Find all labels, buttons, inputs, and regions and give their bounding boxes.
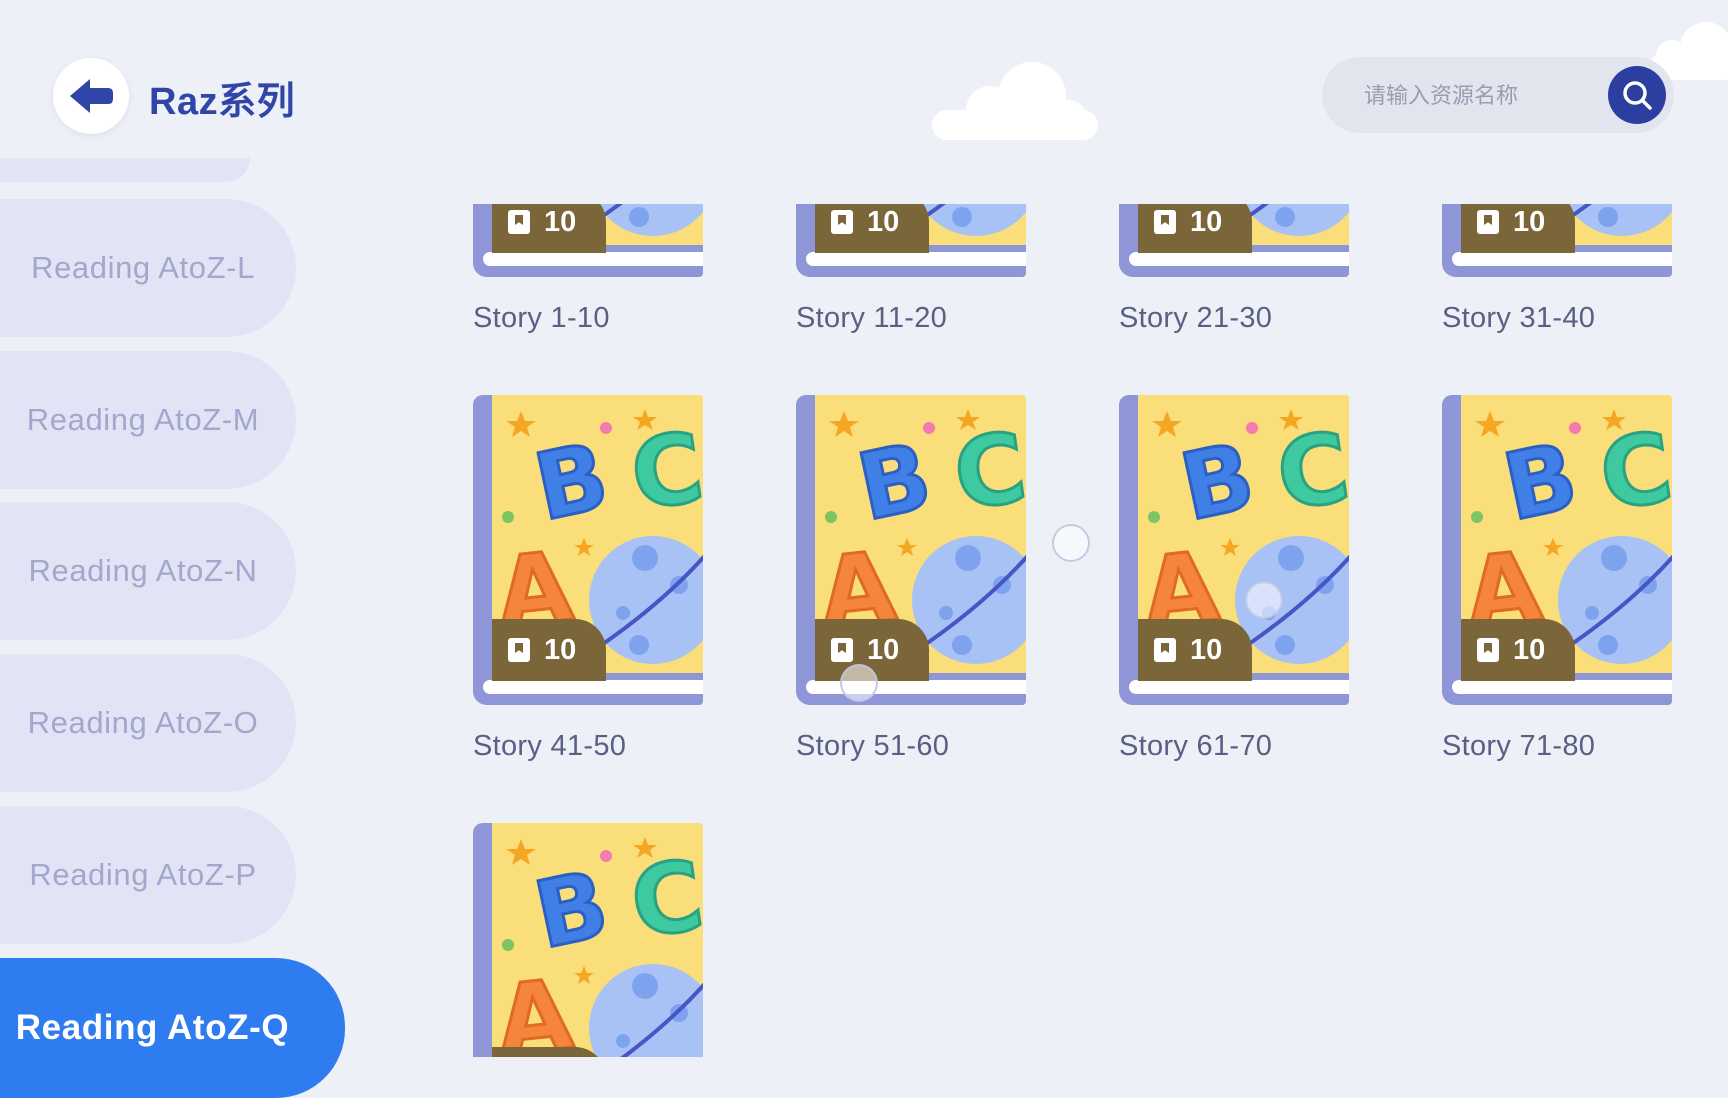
- sidebar-item-label: Reading AtoZ-O: [27, 705, 259, 740]
- book-cover: B C A 10: [473, 204, 703, 277]
- cloud-decoration: [932, 62, 1098, 140]
- search-button[interactable]: [1608, 66, 1666, 124]
- sidebar-item-label: Reading AtoZ-M: [26, 402, 260, 437]
- sidebar-item-atoz-n[interactable]: Reading AtoZ-N: [0, 502, 296, 640]
- story-count-badge: 10: [815, 204, 929, 253]
- sidebar-item-atoz-o[interactable]: Reading AtoZ-O: [0, 654, 296, 792]
- story-count-badge: 10: [1461, 204, 1575, 253]
- sidebar-item-atoz-m[interactable]: Reading AtoZ-M: [0, 351, 296, 489]
- story-count: 10: [867, 205, 900, 238]
- story-count-badge: 10: [1138, 204, 1252, 253]
- svg-text:A: A: [492, 958, 578, 1057]
- story-count-badge: 10: [1461, 619, 1575, 681]
- story-count: 10: [1513, 205, 1546, 238]
- bookmark-icon: [1477, 638, 1499, 662]
- sidebar-item-atoz-p[interactable]: Reading AtoZ-P: [0, 806, 296, 944]
- book-cover: B C A 10: [1119, 204, 1349, 277]
- search-bar: [1322, 57, 1674, 133]
- bookmark-icon: [831, 210, 853, 234]
- story-count: 10: [867, 633, 900, 666]
- book-title: Story 61-70: [1119, 730, 1273, 762]
- sidebar-item-label: Reading AtoZ-N: [28, 553, 258, 588]
- sidebar-item-label: Reading AtoZ-P: [29, 857, 257, 892]
- book-cover: B C A 10: [473, 395, 703, 705]
- book-cover: B C A 10: [1442, 395, 1672, 705]
- sidebar-item-label: Reading AtoZ-Q: [15, 1008, 290, 1047]
- book-title: Story 31-40: [1442, 302, 1596, 334]
- page-title: Raz系列: [149, 81, 296, 123]
- book-title: Story 51-60: [796, 730, 950, 762]
- touch-indicator: [840, 664, 878, 702]
- book-grid: B C A 10 Story 1-10 B C A 10 Story 11-20: [450, 204, 1680, 1057]
- search-input[interactable]: [1362, 75, 1596, 117]
- sidebar-item-partial: [0, 158, 250, 182]
- story-count-badge: 10: [492, 619, 606, 681]
- bookmark-icon: [508, 638, 530, 662]
- book-cover: B C A 10: [1119, 395, 1349, 705]
- arrow-left-icon: [70, 79, 113, 113]
- bookmark-icon: [1477, 210, 1499, 234]
- touch-indicator: [1245, 581, 1283, 619]
- story-count: 10: [1190, 205, 1223, 238]
- bookmark-icon: [831, 638, 853, 662]
- sidebar-item-atoz-q[interactable]: Reading AtoZ-Q: [0, 958, 345, 1098]
- book-cover: B C A 10: [796, 395, 1026, 705]
- story-count-badge: 10: [1138, 619, 1252, 681]
- book-title: Story 11-20: [796, 302, 948, 334]
- book-title: Story 41-50: [473, 730, 627, 762]
- book-title: Story 1-10: [473, 302, 610, 334]
- sidebar-item-atoz-l[interactable]: Reading AtoZ-L: [0, 199, 296, 337]
- story-count: 10: [1190, 633, 1223, 666]
- book-cover: B C A 10: [796, 204, 1026, 277]
- bookmark-icon: [1154, 210, 1176, 234]
- book-title: Story 71-80: [1442, 730, 1596, 762]
- book-title: Story 21-30: [1119, 302, 1273, 334]
- story-count: 10: [544, 633, 577, 666]
- bookmark-icon: [1154, 638, 1176, 662]
- story-count: 10: [544, 205, 577, 238]
- book-cover: B C A 10: [473, 823, 703, 1057]
- touch-indicator: [1052, 524, 1090, 562]
- story-count-badge: 10: [492, 204, 606, 253]
- back-button[interactable]: [53, 58, 129, 134]
- story-count: 10: [1513, 633, 1546, 666]
- book-cover: B C A 10: [1442, 204, 1672, 277]
- bookmark-icon: [508, 210, 530, 234]
- search-icon: [1623, 81, 1652, 110]
- sidebar-item-label: Reading AtoZ-L: [31, 250, 255, 285]
